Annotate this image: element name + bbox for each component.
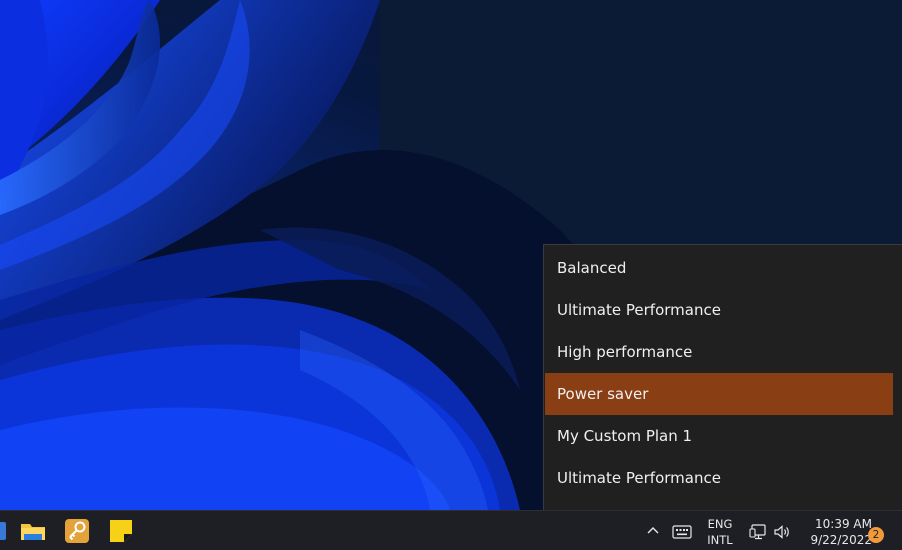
clock-time: 10:39 AM bbox=[815, 517, 872, 531]
menu-item-label: My Custom Plan 1 bbox=[557, 427, 693, 445]
menu-item-power-saver[interactable]: Power saver bbox=[545, 373, 893, 415]
menu-item-label: High performance bbox=[557, 343, 693, 361]
menu-item-label: Power saver bbox=[557, 385, 649, 403]
desktop: Balanced Ultimate Performance High perfo… bbox=[0, 0, 902, 550]
speaker-icon[interactable] bbox=[773, 523, 791, 544]
menu-item-my-custom-plan-1[interactable]: My Custom Plan 1 bbox=[545, 415, 893, 457]
menu-item-high-performance[interactable]: High performance bbox=[545, 331, 893, 373]
language-indicator[interactable]: ENG INTL bbox=[698, 516, 742, 548]
keyboard-icon[interactable] bbox=[672, 524, 692, 543]
menu-item-balanced[interactable]: Balanced bbox=[545, 247, 893, 289]
menu-item-label: Balanced bbox=[557, 259, 627, 277]
menu-item-label: Ultimate Performance bbox=[557, 301, 721, 319]
menu-item-ultimate-performance-2[interactable]: Ultimate Performance bbox=[545, 457, 893, 499]
app-icon-partial[interactable] bbox=[0, 517, 10, 545]
clock[interactable]: 10:39 AM 9/22/2022 bbox=[800, 516, 872, 548]
key-icon[interactable] bbox=[63, 517, 91, 545]
menu-item-label: Ultimate Performance bbox=[557, 469, 721, 487]
notification-badge[interactable]: 2 bbox=[868, 527, 884, 543]
taskbar: ENG INTL 10:39 AM 9/22/2022 2 bbox=[0, 510, 902, 550]
menu-item-ultimate-performance[interactable]: Ultimate Performance bbox=[545, 289, 893, 331]
clock-date: 9/22/2022 bbox=[810, 533, 872, 547]
sticky-notes-icon[interactable] bbox=[107, 517, 135, 545]
language-code: ENG bbox=[707, 517, 733, 531]
file-explorer-icon[interactable] bbox=[19, 517, 47, 545]
power-plan-menu: Balanced Ultimate Performance High perfo… bbox=[543, 244, 902, 510]
keyboard-layout: INTL bbox=[707, 533, 733, 547]
chevron-up-icon[interactable] bbox=[645, 523, 661, 542]
network-icon[interactable] bbox=[749, 523, 767, 544]
